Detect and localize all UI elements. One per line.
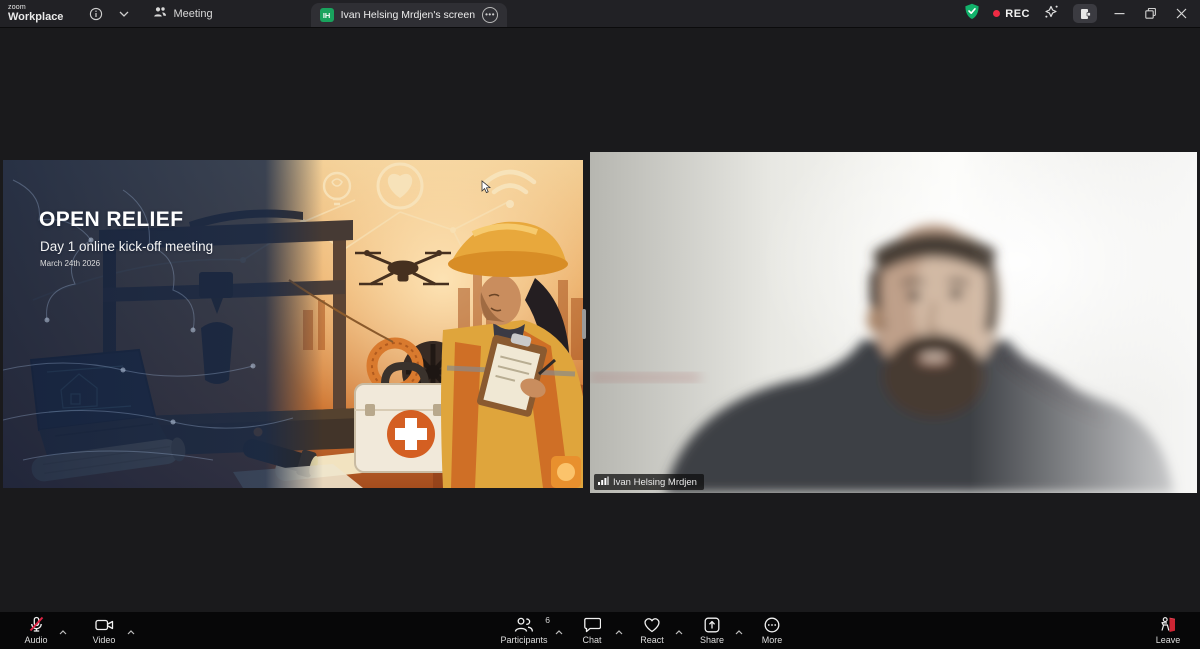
leave-button[interactable]: Leave xyxy=(1146,616,1190,645)
recording-dot-icon xyxy=(993,10,1000,17)
react-label: React xyxy=(640,635,664,645)
share-options-caret[interactable] xyxy=(735,622,743,640)
chat-button[interactable]: Chat xyxy=(570,616,614,645)
logo-line2: Workplace xyxy=(8,12,63,23)
leave-door-icon xyxy=(1159,616,1177,633)
chat-label: Chat xyxy=(582,635,601,645)
participant-initials-badge: IH xyxy=(320,8,334,22)
people-icon xyxy=(153,6,167,21)
participants-options-caret[interactable] xyxy=(555,622,563,640)
chat-options-caret[interactable] xyxy=(615,622,623,640)
chat-bubble-icon xyxy=(584,616,601,633)
participants-count-badge: 6 xyxy=(545,615,550,625)
participants-button[interactable]: 6 Participants xyxy=(494,616,554,645)
slide-title: OPEN RELIEF xyxy=(39,208,183,232)
info-icon[interactable] xyxy=(89,7,103,21)
participants-label: Participants xyxy=(500,635,547,645)
share-button[interactable]: Share xyxy=(690,616,734,645)
slide-date: March 24th 2026 xyxy=(40,259,100,268)
tab-options-icon[interactable]: ••• xyxy=(482,7,498,23)
share-screen-icon xyxy=(704,616,720,633)
react-button[interactable]: React xyxy=(630,616,674,645)
audio-options-caret[interactable] xyxy=(59,622,67,640)
recording-label: REC xyxy=(1005,8,1030,20)
leave-label: Leave xyxy=(1156,635,1181,645)
audio-button[interactable]: Audio xyxy=(14,616,58,645)
slide-subtitle: Day 1 online kick-off meeting xyxy=(40,239,213,254)
aid-worker-illustration xyxy=(441,222,583,488)
shared-screen-view[interactable]: OPEN RELIEF Day 1 online kick-off meetin… xyxy=(3,160,583,488)
zoom-workplace-logo: zoom Workplace xyxy=(8,4,63,23)
heart-icon xyxy=(643,616,661,633)
video-options-caret[interactable] xyxy=(127,622,135,640)
share-label: Share xyxy=(700,635,724,645)
side-panel-icon[interactable] xyxy=(1073,4,1097,23)
more-ellipsis-icon xyxy=(764,616,780,633)
security-shield-icon[interactable] xyxy=(964,3,980,25)
tab-meeting-label: Meeting xyxy=(173,8,212,20)
more-button[interactable]: More xyxy=(750,616,794,645)
recording-indicator[interactable]: REC xyxy=(993,8,1030,20)
pane-resize-handle[interactable] xyxy=(582,309,586,339)
video-camera-icon xyxy=(95,616,114,633)
participants-icon xyxy=(514,616,534,633)
video-label: Video xyxy=(93,635,116,645)
connection-signal-icon xyxy=(598,476,609,488)
meeting-toolbar: Audio Video xyxy=(0,612,1200,649)
title-bar: zoom Workplace Meeting IH Ivan Helsing M… xyxy=(0,0,1200,27)
close-button[interactable] xyxy=(1172,8,1190,19)
tab-meeting[interactable]: Meeting xyxy=(153,6,212,21)
participant-name-tag: Ivan Helsing Mrdjen xyxy=(594,474,704,490)
participant-video-feed xyxy=(590,152,1197,493)
participant-name: Ivan Helsing Mrdjen xyxy=(613,477,697,488)
microphone-muted-icon xyxy=(28,616,45,633)
ai-companion-icon[interactable] xyxy=(1043,3,1060,25)
react-options-caret[interactable] xyxy=(675,622,683,640)
participant-video-tile[interactable]: Ivan Helsing Mrdjen xyxy=(590,152,1197,493)
chevron-down-icon[interactable] xyxy=(119,11,129,17)
video-button[interactable]: Video xyxy=(82,616,126,645)
titlebar-controls: REC xyxy=(964,3,1190,25)
audio-label: Audio xyxy=(24,635,47,645)
more-label: More xyxy=(762,635,783,645)
tab-shared-screen-label: Ivan Helsing Mrdjen's screen xyxy=(341,9,475,21)
logo-line1: zoom xyxy=(8,4,63,11)
minimize-button[interactable] xyxy=(1110,8,1128,19)
tab-shared-screen[interactable]: IH Ivan Helsing Mrdjen's screen ••• xyxy=(311,3,507,27)
maximize-button[interactable] xyxy=(1141,8,1159,19)
